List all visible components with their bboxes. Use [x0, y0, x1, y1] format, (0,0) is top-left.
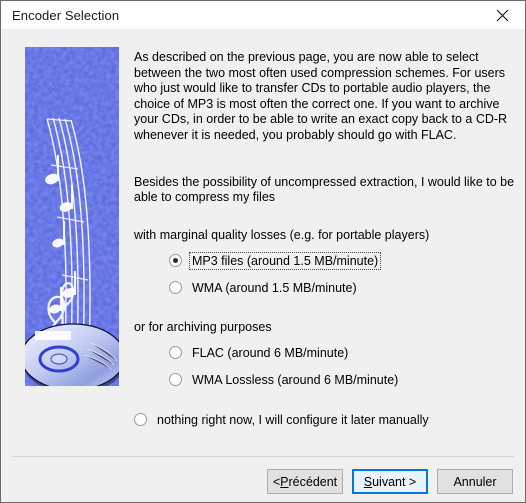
radio-label-wma-lossless: WMA Lossless (around 6 MB/minute) [192, 372, 399, 387]
radio-label-flac: FLAC (around 6 MB/minute) [192, 345, 349, 360]
next-button-mnemonic: S [363, 474, 373, 489]
radio-indicator-wma-lossless[interactable] [169, 373, 182, 387]
intro-paragraph: As described on the previous page, you a… [134, 50, 508, 142]
back-button-rest: récédent [288, 474, 338, 489]
close-icon[interactable] [480, 1, 525, 29]
radio-indicator-wma[interactable] [169, 281, 182, 295]
archive-group-label: or for archiving purposes [134, 319, 272, 334]
radio-label-wma: WMA (around 1.5 MB/minute) [192, 280, 357, 295]
lossy-group-label: with marginal quality losses (e.g. for p… [134, 227, 430, 242]
cancel-button[interactable]: Annuler [437, 469, 513, 494]
footer-button-group: < Précédent Suivant > Annuler [267, 469, 513, 494]
next-button-rest: uivant > [372, 474, 417, 489]
back-button[interactable]: < Précédent [267, 469, 343, 494]
radio-indicator-nothing[interactable] [134, 413, 147, 427]
radio-indicator-mp3[interactable] [169, 254, 182, 268]
back-button-prefix: < [272, 474, 281, 489]
encoder-selection-dialog: Encoder Selection As described on the pr… [0, 0, 526, 503]
radio-option-nothing[interactable]: nothing right now, I will configure it l… [134, 410, 522, 430]
cd-and-music-notes-artwork [25, 47, 119, 386]
radio-option-flac[interactable]: FLAC (around 6 MB/minute) [169, 343, 522, 363]
radio-option-wma-lossless[interactable]: WMA Lossless (around 6 MB/minute) [169, 370, 522, 390]
title-bar: Encoder Selection [1, 1, 525, 29]
radio-indicator-flac[interactable] [169, 346, 182, 360]
besides-paragraph: Besides the possibility of uncompressed … [134, 174, 515, 205]
window-title: Encoder Selection [12, 7, 120, 23]
footer-separator [12, 456, 514, 457]
radio-label-mp3: MP3 files (around 1.5 MB/minute) [188, 251, 382, 270]
radio-option-mp3[interactable]: MP3 files (around 1.5 MB/minute) [169, 251, 522, 271]
dialog-content: As described on the previous page, you a… [134, 50, 522, 430]
back-button-mnemonic: P [280, 474, 289, 489]
next-button[interactable]: Suivant > [352, 469, 428, 494]
radio-label-nothing: nothing right now, I will configure it l… [157, 412, 429, 427]
radio-option-wma[interactable]: WMA (around 1.5 MB/minute) [169, 278, 522, 298]
